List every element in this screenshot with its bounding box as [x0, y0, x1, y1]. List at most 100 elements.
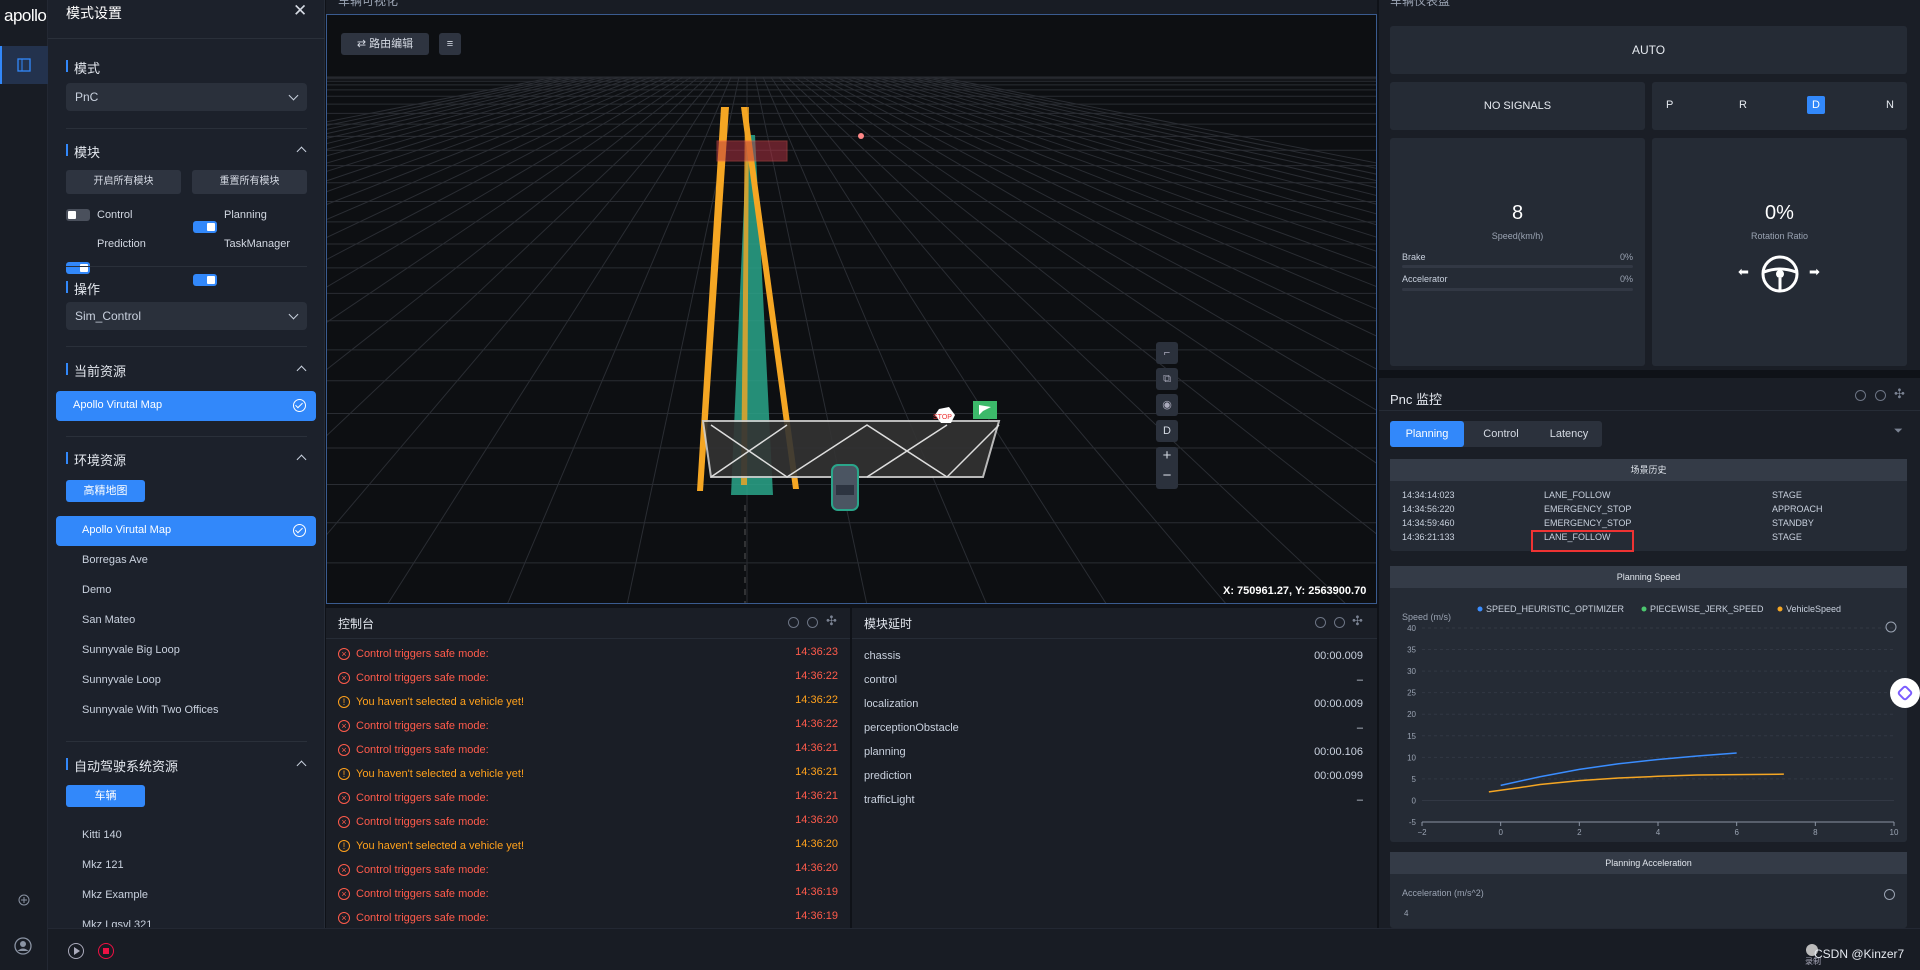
layers-icon[interactable]: ≡	[439, 33, 461, 55]
turn-left-icon: ⬅	[1738, 264, 1749, 279]
gear-icon[interactable]	[1875, 390, 1886, 401]
hd-map-tab[interactable]: 高精地图	[66, 480, 145, 502]
map-item[interactable]: San Mateo	[82, 614, 135, 626]
operation-select-value: Sim_Control	[75, 309, 142, 323]
zoom-in-button[interactable]: +	[1156, 447, 1178, 467]
latency-module-name: prediction	[864, 770, 912, 782]
refresh-icon[interactable]	[1884, 889, 1895, 900]
route-edit-button[interactable]: ⇄ 路由编辑	[341, 33, 429, 55]
vehicle-item[interactable]: Kitti 140	[82, 829, 122, 841]
move-icon[interactable]: ✣	[826, 613, 837, 629]
tab-latency[interactable]: Latency	[1536, 421, 1602, 447]
console-time: 14:36:20	[795, 862, 838, 874]
apollo-logo: apollo	[4, 6, 47, 25]
enable-all-modules-button[interactable]: 开启所有模块	[66, 170, 181, 194]
legend-label: PIECEWISE_JERK_SPEED	[1650, 604, 1764, 614]
gear-icon[interactable]	[807, 617, 818, 628]
vehicle-item[interactable]: Mkz Example	[82, 889, 148, 901]
watermark: CSDN @Kinzer7	[1814, 947, 1905, 961]
latency-value: –	[1356, 794, 1363, 806]
console-time: 14:36:23	[795, 647, 838, 658]
camera-icon[interactable]: ◉	[1156, 394, 1178, 416]
map-item[interactable]: Borregas Ave	[82, 554, 148, 566]
divider	[66, 266, 307, 267]
series-line-0	[1500, 752, 1737, 787]
legend-marker	[1477, 606, 1483, 612]
error-icon: ×	[338, 888, 350, 900]
play-button[interactable]	[68, 943, 84, 959]
route-edit-label: 路由编辑	[369, 38, 414, 50]
console-time: 14:36:20	[795, 814, 838, 826]
legend-label: VehicleSpeed	[1786, 604, 1841, 614]
gear-selector	[1652, 82, 1907, 130]
map-item[interactable]: Sunnyvale Loop	[82, 674, 161, 686]
mode-select[interactable]: PnC	[66, 83, 307, 111]
gear-icon[interactable]	[1334, 617, 1345, 628]
latency-list: chassis 00:00.009 control – localization 00:0…	[852, 650, 1377, 850]
console-message: You haven't selected a vehicle yet!	[356, 840, 525, 852]
assistant-float-button[interactable]	[1890, 678, 1920, 708]
move-icon[interactable]: ✣	[1352, 613, 1363, 629]
current-resource-item[interactable]: Apollo Virutal Map	[56, 391, 316, 421]
view-mode-button[interactable]: D	[1156, 420, 1178, 442]
add-panel-icon[interactable]	[17, 893, 31, 907]
y-axis-label: Speed (m/s)	[1402, 612, 1451, 622]
error-icon: ×	[338, 744, 350, 756]
mode-panel-title: 模式设置	[66, 5, 122, 21]
record-stop-button[interactable]	[98, 943, 114, 959]
vehicle-tab[interactable]: 车辆	[66, 785, 145, 807]
y-tick-label: 35	[1407, 646, 1416, 655]
latency-module-name: perceptionObstacle	[864, 722, 959, 734]
coordinates-readout: X: 750961.27, Y: 2563900.70	[1223, 585, 1367, 597]
chevron-down-icon	[288, 90, 299, 101]
move-icon[interactable]: ✣	[1894, 386, 1905, 402]
latency-value: –	[1356, 722, 1363, 734]
accelerator-bar	[1402, 288, 1633, 291]
copy-icon[interactable]: ⧉	[1156, 368, 1178, 390]
planning-toggle[interactable]	[193, 221, 217, 233]
map-item[interactable]: Sunnyvale With Two Offices	[82, 704, 219, 716]
control-toggle[interactable]	[66, 209, 90, 221]
route-icon: ⇄	[356, 38, 370, 50]
taskmanager-toggle[interactable]	[193, 274, 217, 286]
speed-value: 8	[1511, 202, 1524, 224]
operation-select[interactable]: Sim_Control	[66, 302, 307, 330]
check-circle-icon	[293, 524, 306, 537]
warning-icon: !	[338, 840, 350, 852]
dashboard-title: 车辆仪表盘	[1390, 0, 1451, 8]
map-item[interactable]: Sunnyvale Big Loop	[82, 644, 180, 656]
rotation-value: 0%	[1765, 202, 1794, 224]
warning-icon: !	[338, 768, 350, 780]
highlight-box	[1531, 530, 1634, 552]
zoom-out-button[interactable]: −	[1156, 467, 1178, 487]
error-icon: ×	[338, 864, 350, 876]
prediction-toggle[interactable]	[66, 262, 90, 274]
reset-all-modules-button[interactable]: 重置所有模块	[192, 170, 307, 194]
help-icon[interactable]	[788, 617, 799, 628]
vehicle-item[interactable]: Mkz 121	[82, 859, 124, 871]
map-item[interactable]: Demo	[82, 584, 111, 596]
close-icon[interactable]: ✕	[293, 1, 307, 21]
map-item-label: Apollo Virutal Map	[82, 524, 172, 536]
mode-settings-nav-button[interactable]	[0, 46, 48, 84]
tab-control[interactable]: Control	[1466, 421, 1536, 447]
help-icon[interactable]	[1315, 617, 1326, 628]
map-item-selected[interactable]: Apollo Virutal Map	[56, 516, 316, 546]
vehicle-visualization-viewport[interactable]: STOP ⇄ 路由编辑 ≡ ⌐ ⧉ ◉ D + − X: 750961.27, …	[326, 14, 1377, 604]
console-message: Control triggers safe mode:	[356, 672, 489, 684]
error-icon: ×	[338, 912, 350, 924]
refresh-icon	[1885, 621, 1897, 633]
vehicle-item[interactable]: Mkz Lgsvl 321	[82, 919, 152, 927]
x-tick-label: 6	[1734, 828, 1739, 837]
history-scenario: LANE_FOLLOW	[1544, 490, 1611, 500]
history-scenario: EMERGENCY_STOP	[1544, 518, 1632, 528]
env-section-title: 环境资源	[65, 450, 126, 469]
console-message: Control triggers safe mode:	[356, 744, 489, 756]
user-avatar-icon[interactable]	[14, 937, 32, 955]
left-rail	[0, 0, 48, 970]
tab-planning[interactable]: Planning	[1390, 421, 1464, 447]
help-icon[interactable]	[1855, 390, 1866, 401]
filter-icon[interactable]: ⏷	[1894, 425, 1903, 438]
legend-marker	[1777, 606, 1783, 612]
ruler-icon[interactable]: ⌐	[1156, 342, 1178, 364]
